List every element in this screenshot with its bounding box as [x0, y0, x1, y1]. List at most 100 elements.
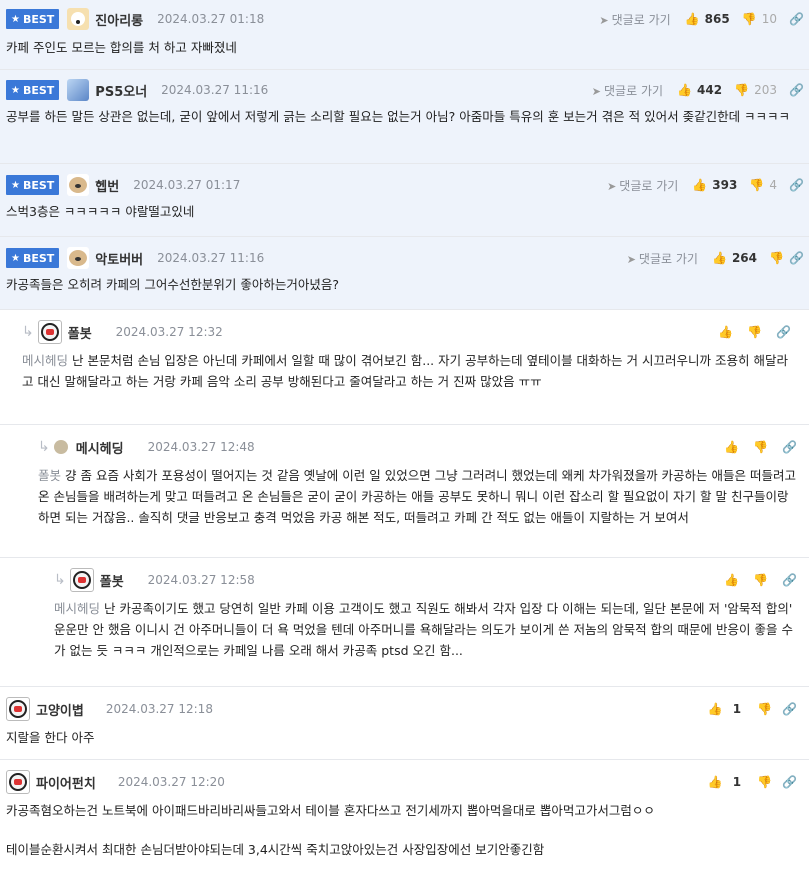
thumbs-down-icon[interactable]: 👎	[753, 573, 768, 587]
thumbs-up-icon[interactable]: 👍	[724, 573, 739, 587]
link-icon[interactable]: 🔗	[782, 573, 797, 587]
goto-comment-link[interactable]: ➤ 댓글로 가기	[599, 11, 670, 28]
arrow-icon: ➤	[626, 252, 636, 266]
avatar[interactable]	[67, 8, 90, 30]
nickname[interactable]: 파이어펀치	[36, 773, 96, 792]
reply-arrow-icon: ↳	[38, 439, 50, 455]
thumbs-up-icon[interactable]: 👍	[724, 440, 739, 454]
nickname[interactable]: 악토버버	[95, 249, 143, 268]
avatar[interactable]	[67, 247, 90, 269]
reply-comment: ↳ 메시헤딩 2024.03.27 12:48 👍 👎 🔗 폴봇 걍 좀 요즘 …	[0, 425, 809, 558]
best-comment: ★ BEST 진아리롱 2024.03.27 01:18 ➤ 댓글로 가기 👍 865…	[0, 0, 809, 70]
comment-body: 공부를 하든 말든 상관은 없는데, 굳이 앞에서 저렇게 긁는 소리할 필요는…	[6, 109, 791, 124]
thumbs-down-icon[interactable]: 👎	[742, 12, 757, 26]
link-icon[interactable]: 🔗	[789, 251, 804, 265]
goto-comment-link[interactable]: ➤ 댓글로 가기	[592, 82, 663, 99]
nickname[interactable]: 헵번	[95, 176, 119, 195]
goto-comment-link[interactable]: ➤ 댓글로 가기	[607, 177, 678, 194]
arrow-icon: ➤	[591, 84, 602, 98]
thumbs-down-icon[interactable]: 👎	[753, 440, 768, 454]
upvote-count: 442	[697, 83, 723, 97]
downvote-count: 4	[769, 178, 777, 192]
arrow-icon: ➤	[599, 13, 609, 27]
avatar[interactable]	[53, 440, 68, 454]
comment-date: 2024.03.27 11:16	[157, 251, 265, 265]
comment-date: 2024.03.27 11:16	[161, 83, 269, 97]
star-icon: ★	[11, 84, 20, 96]
comment-body: 지랄을 한다 아주	[6, 730, 95, 745]
link-icon[interactable]: 🔗	[789, 12, 804, 26]
comment-date: 2024.03.27 01:18	[157, 12, 265, 26]
reply-arrow-icon: ↳	[22, 324, 34, 340]
star-icon: ★	[11, 252, 20, 264]
thumbs-down-icon[interactable]: 👎	[747, 325, 762, 339]
thumbs-down-icon[interactable]: 👎	[734, 83, 749, 97]
comment-body: 메시헤딩 난 카공족이기도 했고 당연히 일반 카페 이용 고객이도 했고 직원…	[54, 601, 793, 658]
link-icon[interactable]: 🔗	[789, 83, 804, 97]
thumbs-up-icon[interactable]: 👍	[708, 775, 723, 789]
link-icon[interactable]: 🔗	[776, 325, 791, 339]
thumbs-up-icon[interactable]: 👍	[708, 702, 723, 716]
comment-body: 스벅3층은 ㅋㅋㅋㅋㅋ 야랄떨고있네	[6, 204, 195, 219]
best-comment: ★ BEST 헵번 2024.03.27 01:17 ➤ 댓글로 가기 👍 393 👎…	[0, 164, 809, 237]
upvote-count: 393	[712, 178, 738, 192]
upvote-count: 865	[704, 12, 730, 26]
comment-body: 카공족혐오하는건 노트북에 아이패드바리바리싸들고와서 테이블 혼자다쓰고 전기…	[6, 803, 655, 818]
arrow-icon: ➤	[607, 179, 617, 193]
thumbs-up-icon[interactable]: 👍	[718, 325, 733, 339]
avatar[interactable]	[6, 770, 30, 794]
nickname[interactable]: 폴봇	[68, 323, 92, 342]
goto-comment-link[interactable]: ➤ 댓글로 가기	[627, 250, 698, 267]
comment-date: 2024.03.27 01:17	[133, 178, 241, 192]
avatar[interactable]	[6, 697, 30, 721]
link-icon[interactable]: 🔗	[782, 702, 797, 716]
best-badge: ★ BEST	[6, 9, 60, 29]
nickname[interactable]: PS5오너	[95, 81, 147, 100]
nickname[interactable]: 메시헤딩	[76, 438, 124, 457]
thumbs-up-icon[interactable]: 👍	[685, 12, 700, 26]
thumbs-up-icon[interactable]: 👍	[712, 251, 727, 265]
comment-date: 2024.03.27 12:20	[117, 775, 225, 789]
link-icon[interactable]: 🔗	[789, 178, 804, 192]
downvote-count: 203	[754, 83, 777, 97]
link-icon[interactable]: 🔗	[782, 775, 797, 789]
comment-body: 카페 주인도 모르는 합의를 처 하고 자빠졌네	[6, 40, 237, 55]
comment-body-line2: 테이블순환시켜서 최대한 손님더받아야되는데 3,4시간씩 죽치고앉아있는건 사…	[6, 842, 545, 857]
best-comment: ★ BEST 악토버버 2024.03.27 11:16 ➤ 댓글로 가기 👍 264…	[0, 237, 809, 310]
nickname[interactable]: 진아리롱	[95, 10, 143, 29]
comment-body: 카공족들은 오히려 카페의 그어수선한분위기 좋아하는거아녔음?	[6, 277, 340, 292]
thumbs-down-icon[interactable]: 👎	[769, 251, 784, 265]
downvote-count: 10	[761, 12, 777, 26]
comment-date: 2024.03.27 12:48	[147, 440, 255, 454]
best-comment: ★ BEST PS5오너 2024.03.27 11:16 ➤ 댓글로 가기 👍 44…	[0, 70, 809, 164]
star-icon: ★	[11, 179, 20, 191]
comment-date: 2024.03.27 12:18	[105, 702, 213, 716]
comment: 파이어펀치 2024.03.27 12:20 👍 1 👎 🔗 카공족혐오하는건 …	[0, 760, 809, 878]
thumbs-down-icon[interactable]: 👎	[757, 775, 772, 789]
upvote-count: 1	[732, 775, 742, 789]
comment-body: 폴봇 걍 좀 요즘 사회가 포용성이 떨어지는 것 같음 옛날에 이런 일 있었…	[38, 468, 796, 525]
best-badge: ★ BEST	[6, 175, 60, 195]
comment-date: 2024.03.27 12:58	[147, 573, 255, 587]
reply-comment: ↳ 폴봇 2024.03.27 12:58 👍 👎 🔗 메시헤딩 난 카공족이기…	[0, 558, 809, 687]
thumbs-up-icon[interactable]: 👍	[692, 178, 707, 192]
nickname[interactable]: 폴봇	[100, 571, 124, 590]
mention[interactable]: 메시헤딩	[54, 601, 100, 616]
thumbs-down-icon[interactable]: 👎	[749, 178, 764, 192]
thumbs-down-icon[interactable]: 👎	[757, 702, 772, 716]
best-badge: ★ BEST	[6, 248, 60, 268]
best-badge: ★ BEST	[6, 80, 60, 100]
avatar[interactable]	[69, 568, 94, 592]
comment: 고양이볍 2024.03.27 12:18 👍 1 👎 🔗 지랄을 한다 아주	[0, 687, 809, 760]
thumbs-up-icon[interactable]: 👍	[677, 83, 692, 97]
mention[interactable]: 메시헤딩	[22, 353, 68, 368]
avatar[interactable]	[67, 174, 90, 196]
nickname[interactable]: 고양이볍	[36, 700, 84, 719]
mention[interactable]: 폴봇	[38, 468, 61, 483]
reply-comment: ↳ 폴봇 2024.03.27 12:32 👍 👎 🔗 메시헤딩 난 본문처럼 …	[0, 310, 809, 425]
avatar[interactable]	[37, 320, 62, 344]
upvote-count: 1	[732, 702, 742, 716]
star-icon: ★	[11, 13, 20, 25]
avatar[interactable]	[67, 79, 90, 101]
link-icon[interactable]: 🔗	[782, 440, 797, 454]
